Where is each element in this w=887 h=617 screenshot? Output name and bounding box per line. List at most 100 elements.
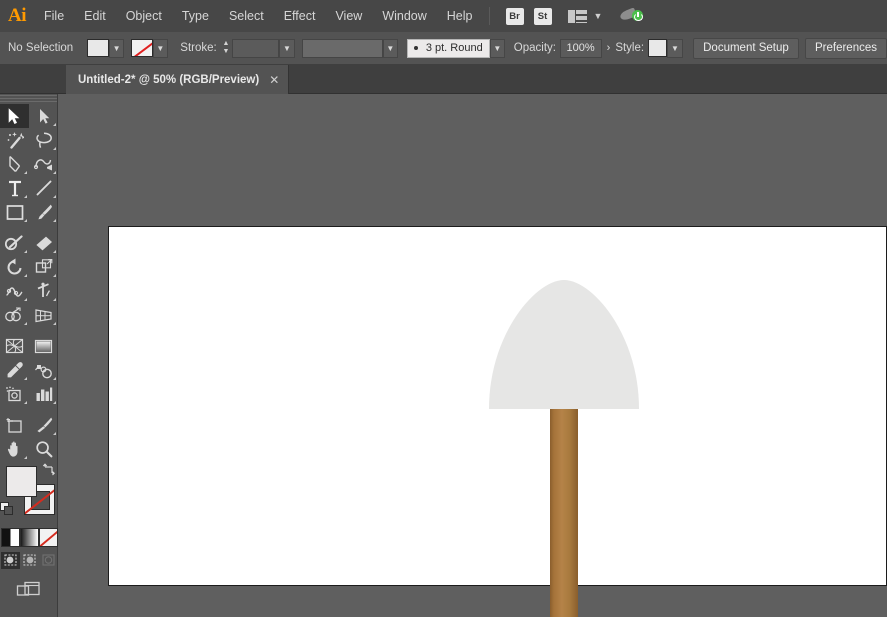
screen-mode-button[interactable]: [0, 581, 58, 601]
workspace-switcher-icon[interactable]: [620, 6, 644, 26]
stroke-weight-dropdown[interactable]: ▼: [279, 39, 294, 58]
menu-file[interactable]: File: [34, 0, 74, 32]
menu-help[interactable]: Help: [437, 0, 483, 32]
eraser-tool[interactable]: [29, 231, 58, 255]
none-mode-button[interactable]: [39, 528, 58, 547]
toolbar-fill-swatch[interactable]: [6, 466, 37, 497]
tool-expand-corner-icon: [24, 377, 27, 380]
arrange-documents-icon[interactable]: [568, 10, 588, 23]
pen-tool[interactable]: [0, 152, 29, 176]
menu-type[interactable]: Type: [172, 0, 219, 32]
type-tool[interactable]: [0, 176, 29, 200]
shovel-handle: [550, 405, 578, 617]
artboard[interactable]: [108, 226, 887, 586]
blend-tool[interactable]: [29, 358, 58, 382]
document-tab-title: Untitled-2* @ 50% (RGB/Preview): [78, 74, 259, 86]
menu-window[interactable]: Window: [372, 0, 436, 32]
draw-inside-button[interactable]: [39, 552, 58, 569]
stroke-dropdown[interactable]: ▼: [153, 39, 168, 58]
symbol-sprayer-tool[interactable]: [0, 382, 29, 406]
column-graph-tool[interactable]: [29, 382, 58, 406]
shaper-tool[interactable]: [0, 231, 29, 255]
selection-status: No Selection: [8, 42, 75, 54]
paintbrush-tool[interactable]: [29, 200, 58, 224]
document-tab-bar: Untitled-2* @ 50% (RGB/Preview) ✕: [0, 65, 887, 94]
tool-expand-corner-icon: [24, 195, 27, 198]
magic-wand-tool[interactable]: [0, 128, 29, 152]
menu-object[interactable]: Object: [116, 0, 172, 32]
brush-definition-dropdown[interactable]: ▼: [490, 39, 505, 58]
selection-tool[interactable]: [0, 104, 29, 128]
width-tool[interactable]: [0, 279, 29, 303]
tools-panel: [0, 94, 58, 617]
color-mode-button[interactable]: [1, 528, 20, 547]
close-icon[interactable]: ✕: [269, 73, 279, 87]
rectangle-tool[interactable]: [0, 200, 29, 224]
tools-panel-grip[interactable]: [0, 95, 57, 104]
canvas-area[interactable]: [58, 94, 887, 617]
zoom-tool[interactable]: [29, 437, 58, 461]
brush-definition-input[interactable]: 3 pt. Round: [407, 39, 490, 58]
opacity-more-icon[interactable]: ›: [602, 42, 616, 54]
menu-select[interactable]: Select: [219, 0, 274, 32]
variable-width-profile-input[interactable]: [302, 39, 383, 58]
menu-divider: [489, 7, 490, 25]
tool-expand-corner-icon: [24, 250, 27, 253]
stroke-weight-label: Stroke:: [180, 42, 216, 54]
illustrator-window: Ai File Edit Object Type Select Effect V…: [0, 0, 887, 617]
tool-group-divider: [0, 224, 58, 231]
variable-width-dropdown[interactable]: ▼: [383, 39, 398, 58]
line-segment-tool[interactable]: [29, 176, 58, 200]
menu-edit[interactable]: Edit: [74, 0, 116, 32]
lasso-tool[interactable]: [29, 128, 58, 152]
eyedropper-tool[interactable]: [0, 358, 29, 382]
tool-group-divider: [0, 406, 58, 413]
menu-view[interactable]: View: [325, 0, 372, 32]
tool-expand-corner-icon: [53, 401, 56, 404]
chevron-down-icon[interactable]: ▼: [594, 11, 603, 21]
gradient-mode-button[interactable]: [20, 528, 39, 547]
stock-button[interactable]: St: [534, 8, 552, 25]
tool-expand-corner-icon: [24, 298, 27, 301]
bridge-button[interactable]: Br: [506, 8, 524, 25]
slice-tool[interactable]: [29, 413, 58, 437]
preferences-button[interactable]: Preferences: [805, 38, 887, 59]
tool-expand-corner-icon: [53, 123, 56, 126]
menu-effect[interactable]: Effect: [274, 0, 326, 32]
draw-normal-button[interactable]: [1, 552, 20, 569]
stroke-weight-input[interactable]: [232, 39, 280, 58]
scale-tool[interactable]: [29, 255, 58, 279]
stroke-color-swatch[interactable]: [131, 39, 152, 57]
default-fill-stroke-icon[interactable]: [0, 502, 15, 517]
perspective-grid-tool[interactable]: [29, 303, 58, 327]
mesh-tool[interactable]: [0, 334, 29, 358]
document-tab[interactable]: Untitled-2* @ 50% (RGB/Preview) ✕: [66, 65, 289, 94]
rotate-tool[interactable]: [0, 255, 29, 279]
free-transform-tool[interactable]: [29, 279, 58, 303]
shape-builder-tool[interactable]: [0, 303, 29, 327]
shovel-artwork[interactable]: [109, 227, 887, 617]
fill-dropdown[interactable]: ▼: [109, 39, 124, 58]
direct-selection-tool[interactable]: [29, 104, 58, 128]
tool-expand-corner-icon: [53, 298, 56, 301]
draw-behind-button[interactable]: [20, 552, 39, 569]
opacity-input[interactable]: 100%: [560, 39, 602, 58]
tool-expand-corner-icon: [53, 219, 56, 222]
style-label: Style:: [615, 42, 644, 54]
control-bar: No Selection ▼ ▼ Stroke: ▲▼ ▼ ▼ 3 pt. Ro…: [0, 32, 887, 65]
app-logo-icon: Ai: [0, 0, 34, 32]
hand-tool[interactable]: [0, 437, 29, 461]
document-setup-button[interactable]: Document Setup: [693, 38, 799, 59]
graphic-style-dropdown[interactable]: ▼: [667, 39, 682, 58]
swap-fill-stroke-icon[interactable]: [42, 463, 56, 477]
stroke-weight-stepper[interactable]: ▲▼: [220, 39, 231, 58]
tools-grid: [0, 104, 58, 461]
curvature-tool[interactable]: [29, 152, 58, 176]
graphic-style-swatch[interactable]: [648, 39, 668, 57]
tool-expand-corner-icon: [53, 377, 56, 380]
artboard-tool[interactable]: [0, 413, 29, 437]
fill-color-swatch[interactable]: [87, 39, 108, 57]
gradient-tool[interactable]: [29, 334, 58, 358]
menu-bar: Ai File Edit Object Type Select Effect V…: [0, 0, 887, 32]
tool-expand-corner-icon: [24, 401, 27, 404]
